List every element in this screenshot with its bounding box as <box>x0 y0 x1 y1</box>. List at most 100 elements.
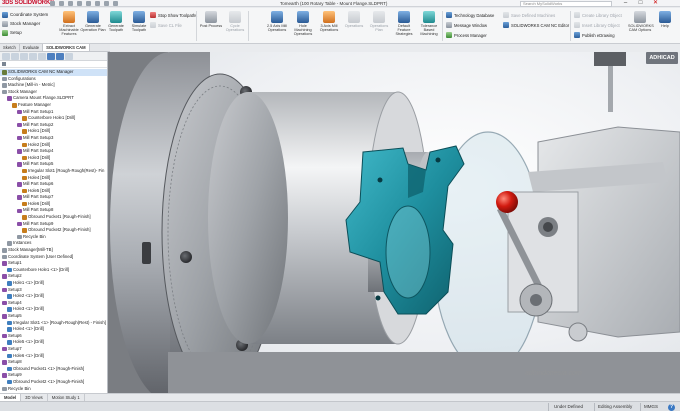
save-icon[interactable] <box>68 1 73 6</box>
minimize-button[interactable]: – <box>618 0 633 7</box>
display-manager-tab-icon[interactable] <box>38 53 46 60</box>
tree-item[interactable]: Recycle Bin <box>0 386 107 393</box>
undo-icon[interactable] <box>86 1 91 6</box>
print-icon[interactable] <box>77 1 82 6</box>
tree-item[interactable]: Camera Mount Flange.SLDPRT <box>0 95 107 102</box>
tree-item[interactable]: Counterbore Hole1 [Drill] <box>0 115 107 122</box>
tree-item[interactable]: Setup4 <box>0 300 107 307</box>
maximize-button[interactable]: □ <box>633 0 648 7</box>
property-manager-tab-icon[interactable] <box>11 53 19 60</box>
tab-model[interactable]: Model <box>0 394 22 401</box>
stock-manager-button[interactable]: Stock Manager <box>2 19 56 28</box>
extract-features-button[interactable]: Extract Machinable Features <box>56 10 82 42</box>
cam-feature-tree-tab-icon[interactable] <box>47 53 55 60</box>
rebuild-icon[interactable] <box>104 1 109 6</box>
three-axis-mill-button[interactable]: 3 Axis Mill Operations <box>316 10 342 42</box>
tree-item[interactable]: Counterbore Hole1 <1> [Drill] <box>0 267 107 274</box>
select-icon[interactable] <box>95 1 100 6</box>
tree-item[interactable]: Mill Part Setup5 <box>0 161 107 168</box>
tree-item[interactable]: Machine [Mill-in - Metric] <box>0 82 107 89</box>
process-manager-button[interactable]: Process Manager <box>446 31 487 39</box>
close-button[interactable]: ✕ <box>648 0 663 7</box>
tree-item[interactable]: Hole6 [Drill] <box>0 201 107 208</box>
tree-item[interactable]: Setup9 <box>0 372 107 379</box>
tree-item[interactable]: Irregular Slot1 [Rough-Rough(Rest)- Fin <box>0 168 107 175</box>
stop-show-toolpaths-button[interactable]: Stop Show Toolpaths <box>150 11 197 19</box>
help-icon[interactable]: ? <box>668 403 675 411</box>
tree-item[interactable]: Hole3 [Drill] <box>0 155 107 162</box>
tree-item[interactable]: Mill Part Setup1 <box>0 109 107 116</box>
red-lever-knob[interactable] <box>496 191 518 213</box>
cycle-operations-button[interactable]: Cycle Operations <box>222 10 248 42</box>
coordinate-system-button[interactable]: Coordinate System <box>2 10 56 19</box>
save-cl-file-button[interactable]: Save CL File <box>150 21 182 29</box>
tree-item[interactable]: Coordinate System [User Defined] <box>0 254 107 261</box>
dimxpert-tab-icon[interactable] <box>29 53 37 60</box>
options-icon[interactable] <box>113 1 118 6</box>
tree-item[interactable]: Obround Pocket2 [Rough-Finish] <box>0 227 107 234</box>
tree-item[interactable]: Obround Pocket1 [Rough-Finish] <box>0 214 107 221</box>
save-defined-machines-button[interactable]: Save Defined Machines <box>503 11 555 19</box>
open-icon[interactable] <box>59 1 64 6</box>
tree-item[interactable]: Obround Pocket2 <1> [Rough-Finish] <box>0 379 107 386</box>
hole-machining-button[interactable]: Hole Machining Operations <box>290 10 316 42</box>
tree-item[interactable]: Setup7 <box>0 346 107 353</box>
search-input[interactable]: Search MySolidWorks <box>520 0 612 7</box>
tree-item[interactable]: Recycle Bin <box>0 234 107 241</box>
tab-3d-views[interactable]: 3D Views <box>21 394 48 401</box>
technology-database-button[interactable]: Technology Database <box>446 11 494 19</box>
operations-button[interactable]: Operations <box>341 10 367 42</box>
tree-item[interactable]: Hole2 [Drill] <box>0 142 107 149</box>
tolerance-machining-button[interactable]: Tolerance Based Machining <box>416 10 442 42</box>
new-icon[interactable] <box>50 1 55 6</box>
tree-item[interactable]: Hole3 <1> [Drill] <box>0 306 107 313</box>
tab-sketch[interactable]: Sketch <box>0 44 20 51</box>
simulate-toolpath-button[interactable]: Simulate Toolpath <box>126 10 152 42</box>
cad-model-view[interactable] <box>108 52 680 393</box>
units-selector[interactable]: MMGS <box>644 404 658 409</box>
tree-item[interactable]: Hole5 <1> [Drill] <box>0 339 107 346</box>
tree-item[interactable]: Mill Part Setup4 <box>0 148 107 155</box>
tree-item[interactable]: Hole6 <1> [Drill] <box>0 353 107 360</box>
cam-operation-tree-tab-icon[interactable] <box>56 53 64 60</box>
tree-item[interactable]: Mill Part Setup9 <box>0 221 107 228</box>
cam-options-button[interactable]: SOLIDWORKS CAM Options <box>628 10 654 42</box>
tree-item[interactable]: Setup2 <box>0 273 107 280</box>
tree-item[interactable]: Hole1 <1> [Drill] <box>0 280 107 287</box>
message-window-button[interactable]: Message Window <box>446 21 487 29</box>
graphics-viewport[interactable]: ADHICAD <box>108 52 680 393</box>
publish-edrawing-button[interactable]: Publish eDrawing <box>574 31 615 39</box>
tab-motion-study[interactable]: Motion Study 1 <box>48 394 85 401</box>
tree-item[interactable]: Configurations <box>0 76 107 83</box>
tab-evaluate[interactable]: Evaluate <box>20 44 44 51</box>
tree-item[interactable]: Mill Part Setup2 <box>0 122 107 129</box>
tree-item[interactable]: Hole1 [Drill] <box>0 128 107 135</box>
nc-editor-button[interactable]: SOLIDWORKS CAM NC Editor <box>503 21 569 29</box>
tree-item[interactable]: SOLIDWORKS CAM NC Manager <box>0 69 107 76</box>
tree-item[interactable]: Mill Part Setup8 <box>0 207 107 214</box>
tree-filter[interactable] <box>0 61 107 68</box>
insert-library-object-button[interactable]: Insert Library Object <box>574 21 620 29</box>
feature-manager-tab-icon[interactable] <box>2 53 10 60</box>
post-process-button[interactable]: Post Process <box>198 10 224 42</box>
tree-item[interactable]: Hole4 <1> [Drill] <box>0 326 107 333</box>
tree-item[interactable]: Stock Manager[Mill-TB] <box>0 247 107 254</box>
default-strategies-button[interactable]: Default Feature Strategies <box>391 10 417 42</box>
tree-item[interactable]: Mill Part Setup6 <box>0 181 107 188</box>
tree-item[interactable]: Setup5 <box>0 313 107 320</box>
tree-item[interactable]: Hole2 <1> [Drill] <box>0 293 107 300</box>
tree-item[interactable]: Stock Manager <box>0 89 107 96</box>
tree-item[interactable]: Hole4 [Drill] <box>0 175 107 182</box>
setup-button[interactable]: Setup <box>2 28 56 37</box>
tree-item[interactable]: Setup3 <box>0 287 107 294</box>
tree-item[interactable]: Obround Pocket1 <1> [Rough-Finish] <box>0 366 107 373</box>
solidworks-logo[interactable]: 3DS SOLIDWORKS <box>2 0 54 7</box>
mill-operations-button[interactable]: 2.5 Axis Mill Operations <box>264 10 290 42</box>
create-library-object-button[interactable]: Create Library Object <box>574 11 622 19</box>
tree-item[interactable]: Mill Part Setup7 <box>0 194 107 201</box>
tree-item[interactable]: Setup8 <box>0 359 107 366</box>
tree-item[interactable]: Irregular Slot1 <1> [Rough-Rough(Rest) -… <box>0 320 107 327</box>
tree-item[interactable]: Setup1 <box>0 260 107 267</box>
tree-item[interactable]: Feature Manager <box>0 102 107 109</box>
tree-item[interactable]: Hole5 [Drill] <box>0 188 107 195</box>
